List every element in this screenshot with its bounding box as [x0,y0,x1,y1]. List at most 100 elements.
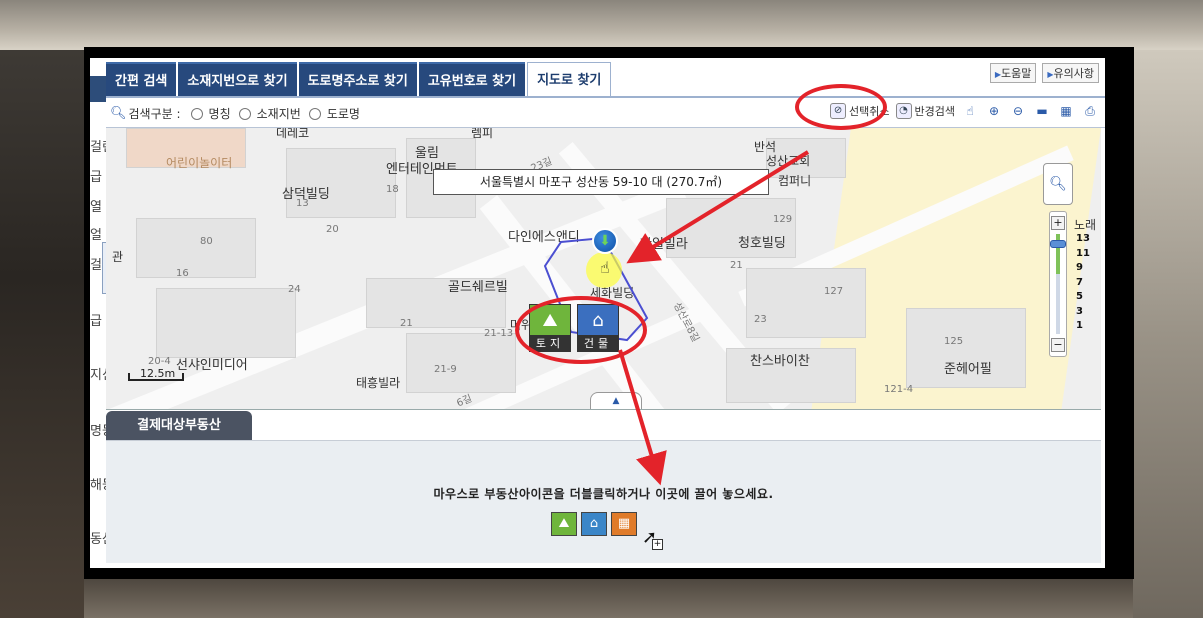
tab-lot-search[interactable]: 소재지번으로 찾기 [178,62,297,97]
measure-area-icon[interactable]: ▦ [1057,102,1075,120]
zoom-level: 11 [1076,247,1090,259]
map-label: 렘피 [471,128,494,140]
map-view[interactable]: 어린이놀이터 울림 엔터테인먼트 삼덕빌딩 다인에스앤디 한일빌라 반석 성산교… [106,128,1101,410]
tab-road-address-search[interactable]: 도로명주소로 찾기 [298,62,417,97]
left-fragment: 급 [90,314,102,329]
drop-panel[interactable]: 마우스로 부동산아이콘을 더블클릭하거나 이곳에 끌어 놓으세요. ⛰ ⌂ ▦ … [106,441,1101,563]
radius-search-button[interactable]: ◔ 반경검색 [895,103,955,119]
search-icon: 🔍︎ [110,106,127,121]
search-tabs: 간편 검색 소재지번으로 찾기 도로명주소로 찾기 고유번호로 찾기 지도로 찾… [106,62,613,98]
map-label: 찬스바이찬 [750,354,810,369]
lot-number: 20 [326,224,339,235]
print-icon[interactable]: ⎙ [1081,102,1099,120]
radio-lot[interactable]: 소재지번 [238,105,301,122]
lot-number: 20-4 [148,356,171,367]
map-label: 관 [112,250,124,264]
property-icons: ⛰ ⌂ ▦ [551,512,637,536]
map-block [746,268,866,338]
radio-name[interactable]: 명칭 [190,105,231,122]
tab-underline [106,96,1105,98]
map-label: 골드쉐르빌 [448,280,508,295]
map-label: 데레코 [276,128,310,140]
zoom-level: 7 [1076,276,1083,288]
radio-circle[interactable] [238,107,251,120]
top-links: ▶도움말 ▶유의사항 [989,63,1099,83]
zoom-in-icon[interactable]: ⊕ [985,102,1003,120]
lot-number: 21 [400,318,413,329]
tab-simple-search[interactable]: 간편 검색 [106,62,177,97]
map-label: 성산교회 [766,154,811,168]
hand-tool-icon[interactable]: ☝ [961,102,979,120]
lot-number: 23 [754,314,767,325]
lot-number: 24 [288,284,301,295]
zoom-minus-button[interactable]: − [1051,338,1065,352]
radius-search-label: 반경검색 [914,105,955,118]
help-link[interactable]: ▶도움말 [989,63,1037,83]
left-clipped-column: 걸린 급 열 얼 걸린 급 지신 명등 해등 동산 [90,58,114,568]
zoom-knob[interactable] [1050,240,1066,248]
map-block [136,218,256,278]
radio-label: 명칭 [208,107,231,121]
notice-label: 유의사항 [1053,67,1094,80]
zoom-plus-button[interactable]: + [1051,216,1065,230]
map-label: 청호빌딩 [738,236,786,251]
zoom-control: 🔍︎ + − [1043,163,1075,361]
background-left [0,50,84,618]
lot-number: 21-9 [434,364,457,375]
zoom-level: 9 [1076,262,1083,273]
panel-tab-payment-property[interactable]: 결제대상부동산 [106,411,252,441]
scale-label: 12.5m [140,367,176,380]
zoom-level: 5 [1076,291,1083,302]
tab-unique-number-search[interactable]: 고유번호로 찾기 [418,62,526,97]
zoom-out-icon[interactable]: ⊖ [1009,102,1027,120]
lot-number: 129 [773,214,793,225]
map-block [406,333,516,393]
measure-distance-icon[interactable]: ▬ [1033,102,1051,120]
map-block [156,288,296,358]
map-label: 선샤인미디어 [176,358,248,373]
left-fragment-header [90,76,106,102]
overview-map-icon[interactable]: 🔍︎ [1043,163,1073,205]
map-label: 준헤어필 [944,362,992,377]
background-top [0,0,1203,50]
notice-link[interactable]: ▶유의사항 [1042,63,1099,83]
land-icon[interactable]: ⛰ [551,512,577,536]
annotation-circle-type-buttons [515,296,647,364]
map-label: 어린이놀이터 [166,156,233,170]
drop-instruction: 마우스로 부동산아이콘을 더블클릭하거나 이곳에 끌어 놓으세요. [433,487,774,501]
left-fragment: 급 [90,170,102,185]
zoom-level: 3 [1076,305,1083,317]
map-scale: 12.5m [128,367,184,381]
hand-cursor-icon: ☝ [600,258,610,277]
lot-number: 80 [200,236,213,247]
radio-label: 소재지번 [256,107,301,121]
annotation-circle-cancel [795,84,887,130]
location-pin-icon[interactable]: ⬇ [592,228,618,254]
lot-number: 21 [730,260,743,271]
zoom-level: 1 [1076,320,1083,331]
map-label: 노래 [1074,218,1097,232]
radius-icon: ◔ [895,103,912,119]
zoom-slider[interactable]: + − [1049,211,1067,357]
building-icon[interactable]: ⌂ [581,512,607,536]
background-right [1133,50,1203,618]
lot-number: 21-13 [484,328,514,339]
radio-circle[interactable] [308,107,321,120]
lot-number: 13 [296,198,309,209]
panel-toggle-button[interactable]: ▲ [590,392,642,409]
lot-number: 16 [176,268,189,279]
left-fragment: 열 [90,200,102,215]
aggregate-building-icon[interactable]: ▦ [611,512,637,536]
zoom-level: 13 [1076,233,1090,244]
lot-number: 121-4 [884,384,914,395]
help-label: 도움말 [1000,67,1032,80]
map-label: 태흥빌라 [356,376,401,390]
search-type-label: 검색구분 : [128,107,181,121]
zoom-levels: 13 11 9 7 5 3 1 [1076,232,1090,334]
radio-road[interactable]: 도로명 [308,105,360,122]
lot-number: 127 [824,286,844,297]
left-fragment: 얼 [90,228,102,243]
radio-circle[interactable] [190,107,203,120]
tab-map-search[interactable]: 지도로 찾기 [527,62,612,97]
background-bottom [84,578,1133,618]
